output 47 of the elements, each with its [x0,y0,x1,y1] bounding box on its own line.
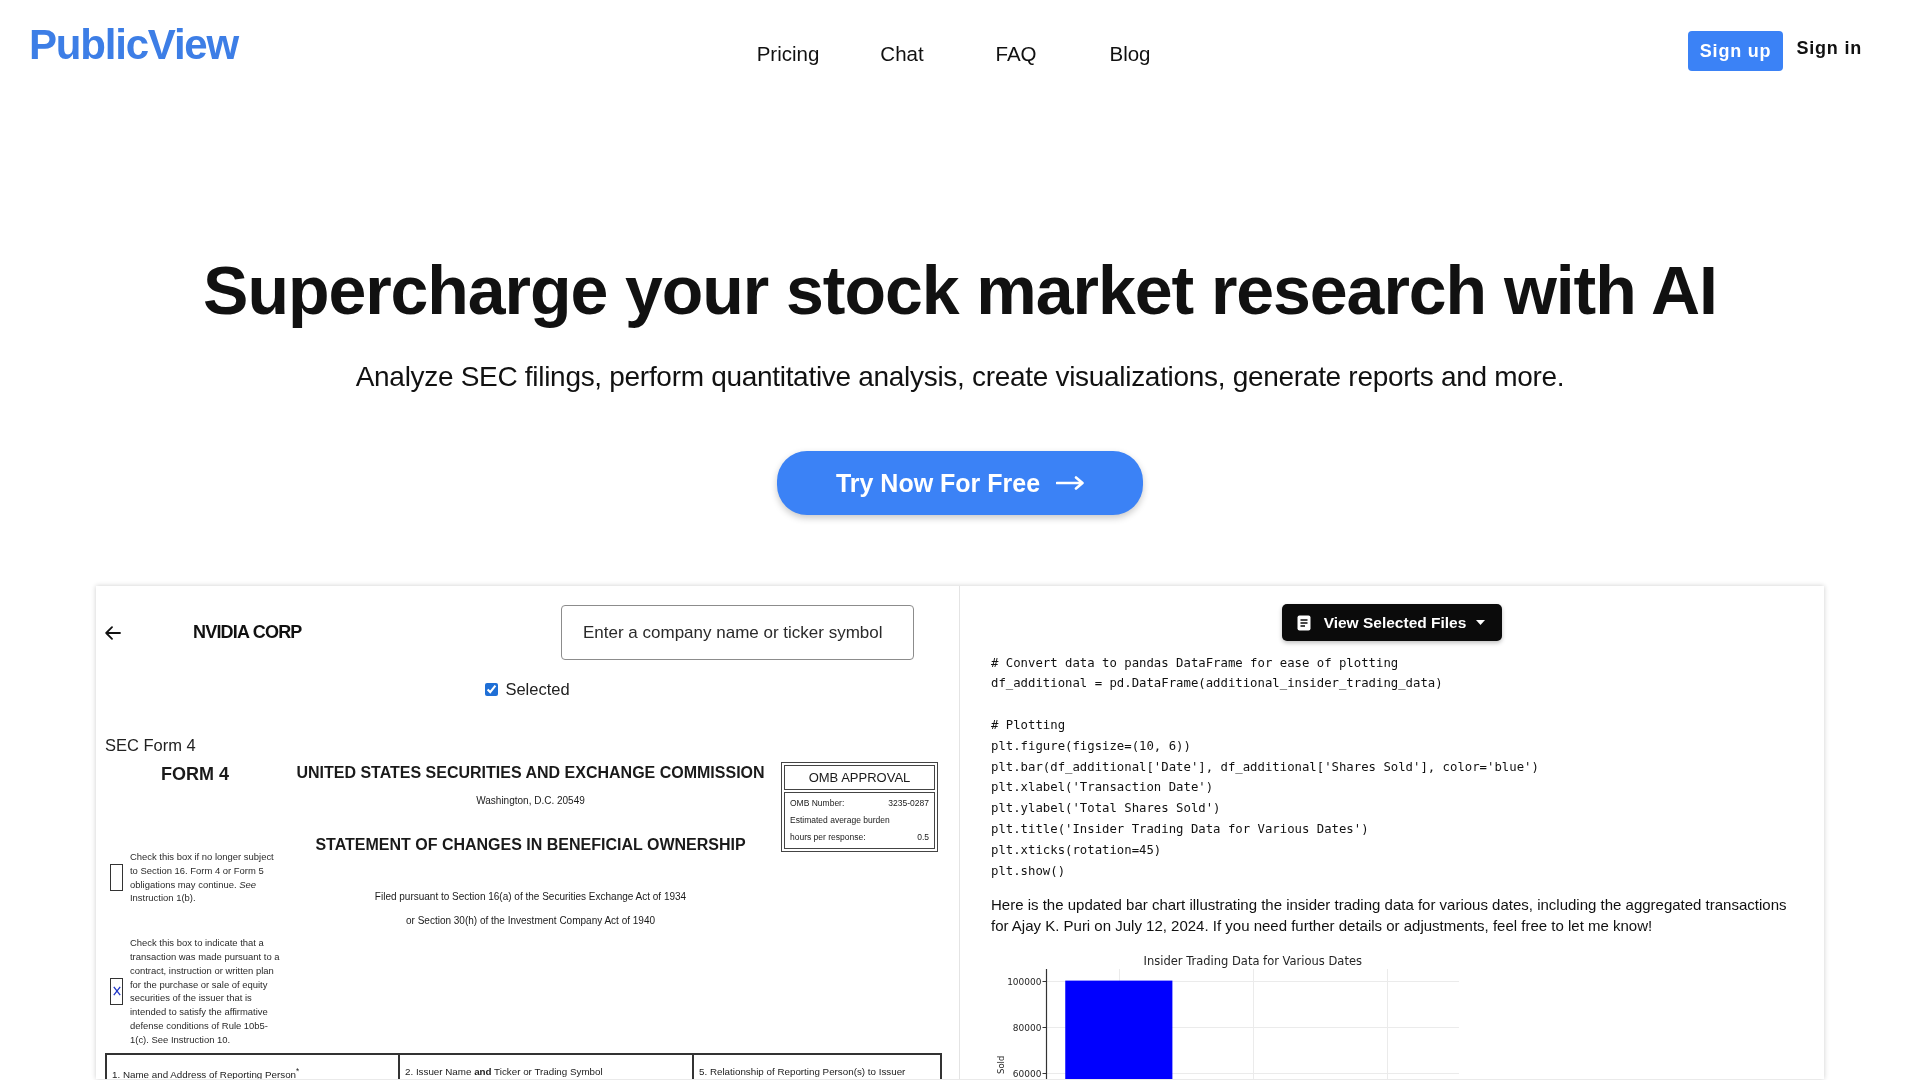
checkbox-label: Selected [505,679,570,699]
logo[interactable]: PublicView [29,21,238,69]
code-text: # Convert data to pandas DataFrame for ease of plotting df_additional = pd.DataFrame(additional_insider_trading_data) # Plotting plt.figure(figsize=(10, 6)) plt.bar(df_additional['Date'], df_additional['Shares Sold'], color='blue') plt.xlabel('Transaction Date') plt.ylabel('Total Shares Sold') plt.title('Insider Trading Data for Various Dates') plt.xticks(rotation=45) plt.show() [991,654,1539,880]
y-tick-label: 100000 [1007,976,1042,987]
nav-link[interactable]: Pricing [756,42,820,66]
sign-up-button[interactable]: Sign up [1687,31,1784,71]
hero-heading: Supercharge your stock market research with AI [203,251,1717,330]
table-header-cell: 5. Relationship of Reporting Person(s) to Issuer [692,1054,940,1079]
form-number: FORM 4 [161,763,229,785]
nav-link[interactable]: Chat [880,42,924,66]
filing-note: or Section 30(h) of the Investment Company Act of 1940 [406,913,655,927]
omb-label: hours per response: [790,831,866,844]
form-checkbox[interactable] [110,977,123,1005]
agency-heading: UNITED STATES SECURITIES AND EXCHANGE COMMISSION [296,763,765,783]
arrow-right-icon [1056,476,1085,490]
nav-link[interactable]: Blog [1109,42,1151,66]
omb-label: Estimated average burden [790,814,890,827]
omb-approval-heading: OMB APPROVAL [784,765,935,790]
chart-title: Insider Trading Data for Various Dates [1143,953,1362,968]
document-icon [1296,614,1311,631]
y-tick-label: 80000 [1012,1022,1042,1033]
form-title: STATEMENT OF CHANGES IN BENEFICIAL OWNERSHIP [315,835,746,855]
agency-address: Washington, D.C. 20549 [476,793,585,807]
form-checkbox-text: Check this box if no longer subject to Section 16. Form 4 or Form 5 obligations may continue. See Instruction 1(b). [130,850,275,906]
omb-value: 0.5 [917,831,929,844]
try-now-button[interactable]: Try Now For Free [777,451,1143,515]
table-header-cell: 2. Issuer Name and Ticker or Trading Symbol [398,1054,692,1079]
form-checkbox[interactable] [110,864,123,892]
y-axis-label: Sold [996,1055,1006,1074]
omb-value: 3235-0287 [888,797,929,810]
view-files-button[interactable]: View Selected Files [1281,604,1503,641]
checkbox[interactable] [485,682,499,696]
x-mark-icon [112,986,121,997]
sign-in-button[interactable]: Sign in [1796,37,1862,59]
search-field[interactable]: Enter a company name or ticker symbol [561,605,914,660]
omb-label: OMB Number: [790,797,845,810]
company-name: NVIDIA CORP [193,622,302,643]
filing-note: Filed pursuant to Section 16(a) of the Securities Exchange Act of 1934 [374,889,687,903]
table-header-cell-text: 1. Name and Address of Reporting Person$^{*}$ [111,1065,301,1079]
chat-message: Here is the updated bar chart illustrating the insider trading data for various dates, including the aggregated transactions for Ajay K. Puri on July 12, 2024. If you need further details or adjustments, feel free to let me know! [991,895,1788,937]
caret-down-icon [1476,620,1486,625]
y-tick-label: 60000 [1012,1068,1042,1079]
document-title: SEC Form 4 [105,735,196,755]
hero-subheading: Analyze SEC filings, perform quantitative analysis, create visualizations, generate reports and more. [355,360,1565,394]
nav-link[interactable]: FAQ [995,42,1037,66]
back-arrow-icon[interactable] [105,625,121,640]
form-checkbox-text: Check this box to indicate that a transaction was made pursuant to a contract, instruction or written plan for the purchase or sale of equity securities of the issuer that is intended to satisfy the affirmative defense conditions of Rule 10b5-1(c). See Instruction 10. [130,936,281,1047]
